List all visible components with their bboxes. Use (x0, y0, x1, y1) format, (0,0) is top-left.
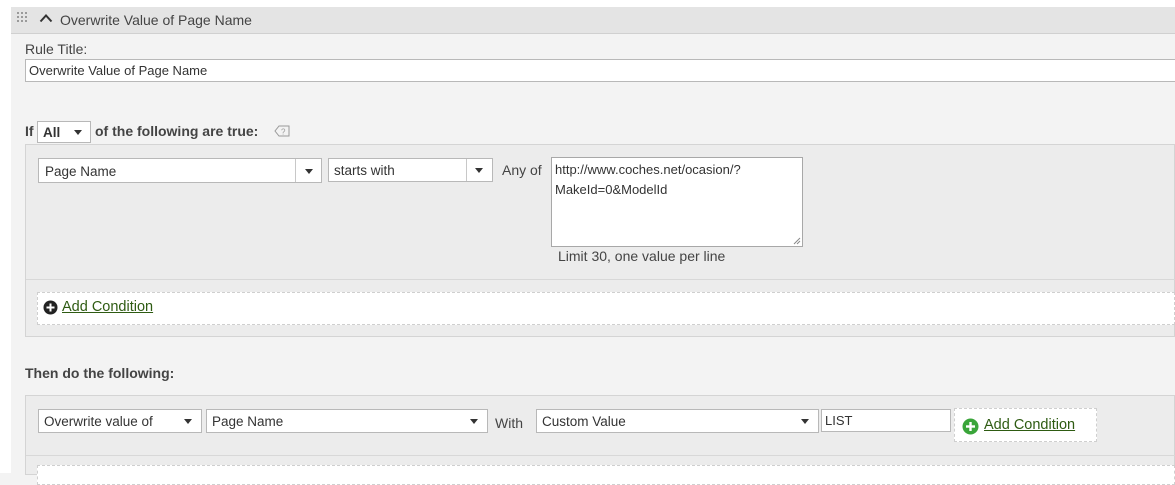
dropdown-arrow-icon (305, 169, 313, 174)
limit-hint: Limit 30, one value per line (558, 248, 726, 264)
then-label: Then do the following: (25, 365, 175, 381)
rule-title-label: Rule Title: (25, 41, 88, 57)
action-target-select[interactable]: Page Name (206, 409, 488, 433)
dropdown-arrow-icon (74, 130, 82, 135)
following-true-label: of the following are true: (95, 123, 259, 139)
divider (26, 279, 1175, 280)
chevron-up-icon[interactable] (39, 13, 53, 23)
action-type-select[interactable]: Overwrite value of (38, 409, 202, 433)
custom-value-input[interactable]: LIST (821, 409, 951, 432)
help-icon[interactable]: ? (274, 125, 290, 137)
add-circle-green-icon[interactable] (962, 418, 979, 435)
dropdown-arrow-icon (184, 419, 192, 424)
with-label: With (495, 415, 523, 431)
grip-icon[interactable] (17, 12, 31, 24)
add-condition-link[interactable]: Add Condition (62, 299, 153, 315)
add-action-row-area (37, 465, 1175, 485)
match-type-select[interactable]: All (37, 121, 91, 143)
svg-text:?: ? (281, 128, 286, 137)
condition-values-textarea[interactable]: http://www.coches.net/ocasion/? MakeId=0… (551, 157, 803, 247)
rule-panel: Overwrite Value of Page Name Rule Title:… (11, 7, 1175, 485)
add-action-condition-link[interactable]: Add Condition (984, 417, 1075, 433)
divider (26, 455, 1175, 456)
resize-grip-icon[interactable] (793, 237, 801, 245)
dropdown-arrow-icon (470, 419, 478, 424)
rule-title-input[interactable]: Overwrite Value of Page Name (25, 59, 1175, 82)
condition-operator-select[interactable]: starts with (328, 158, 493, 182)
dropdown-arrow-icon (801, 419, 809, 424)
panel-title: Overwrite Value of Page Name (60, 12, 252, 28)
add-condition-area (37, 292, 1175, 325)
panel-header[interactable]: Overwrite Value of Page Name (11, 7, 1175, 34)
if-label: If (25, 123, 34, 139)
any-of-label: Any of (502, 162, 542, 178)
value-type-select[interactable]: Custom Value (536, 409, 819, 433)
dropdown-arrow-icon (475, 168, 483, 173)
condition-field-select[interactable]: Page Name (38, 158, 322, 183)
add-circle-icon[interactable] (43, 300, 58, 315)
